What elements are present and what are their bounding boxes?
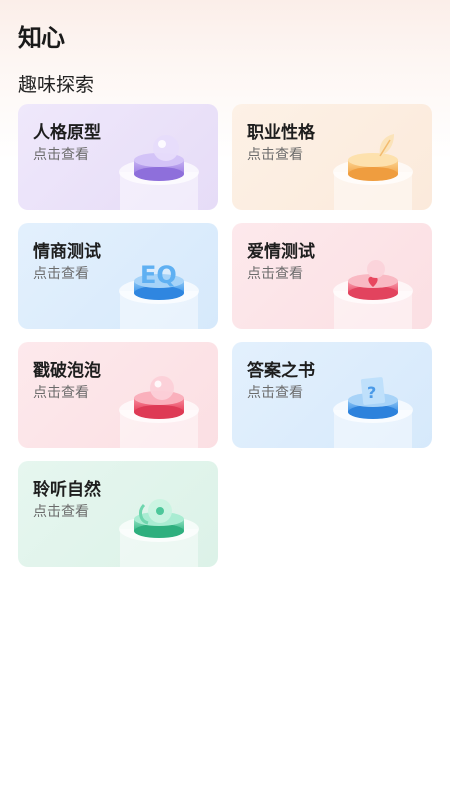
card-title: 情商测试 <box>33 242 101 262</box>
card-pop-bubbles[interactable]: 戳破泡泡 点击查看 <box>18 342 218 448</box>
card-title: 爱情测试 <box>247 242 315 262</box>
card-title: 人格原型 <box>33 123 101 143</box>
card-title: 戳破泡泡 <box>33 361 101 381</box>
eq-icon: EQ <box>114 247 210 329</box>
card-listen-to-nature[interactable]: 聆听自然 点击查看 <box>18 461 218 567</box>
card-title: 答案之书 <box>247 361 315 381</box>
question-book-icon: ? <box>328 366 424 448</box>
card-subtitle: 点击查看 <box>247 147 303 163</box>
card-subtitle: 点击查看 <box>247 385 303 401</box>
card-grid: 人格原型 点击查看 职业性格 点击查看 情商测试 点击查看 EQ 爱情测试 点击… <box>18 104 432 567</box>
card-title: 职业性格 <box>247 123 315 143</box>
heart-icon <box>328 247 424 329</box>
bubble-icon <box>114 366 210 448</box>
card-career-personality[interactable]: 职业性格 点击查看 <box>232 104 432 210</box>
card-subtitle: 点击查看 <box>247 266 303 282</box>
card-personality-archetype[interactable]: 人格原型 点击查看 <box>18 104 218 210</box>
svg-text:?: ? <box>367 383 376 402</box>
card-book-of-answers[interactable]: 答案之书 点击查看 ? <box>232 342 432 448</box>
app-logo: 知心 <box>18 24 65 52</box>
bubble-icon <box>114 128 210 210</box>
card-eq-test[interactable]: 情商测试 点击查看 EQ <box>18 223 218 329</box>
card-love-test[interactable]: 爱情测试 点击查看 <box>232 223 432 329</box>
card-subtitle: 点击查看 <box>33 385 89 401</box>
card-title: 聆听自然 <box>33 480 101 500</box>
card-subtitle: 点击查看 <box>33 147 89 163</box>
svg-text:EQ: EQ <box>140 261 177 289</box>
card-subtitle: 点击查看 <box>33 504 89 520</box>
section-title: 趣味探索 <box>18 74 95 96</box>
leaf-icon <box>328 128 424 210</box>
disc-icon <box>114 485 210 567</box>
card-subtitle: 点击查看 <box>33 266 89 282</box>
